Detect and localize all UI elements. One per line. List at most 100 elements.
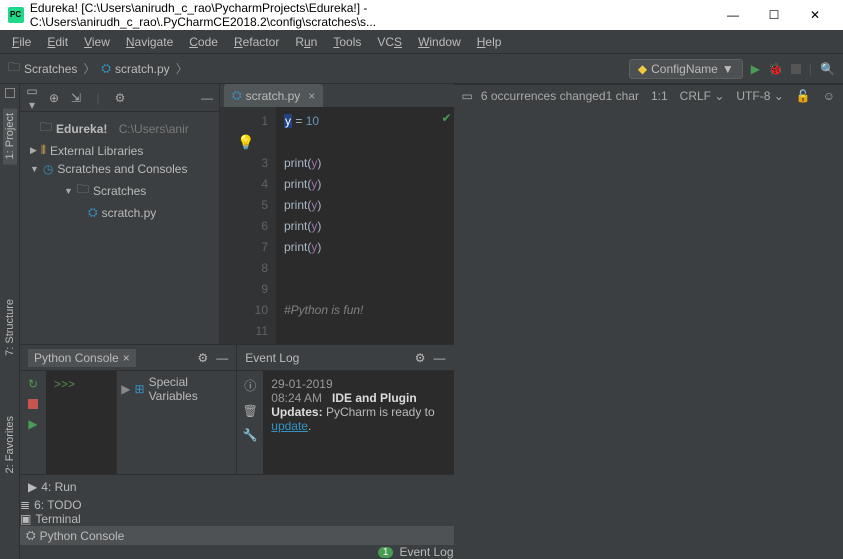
python-icon: ⛭ <box>88 205 98 220</box>
rerun-icon[interactable]: ↻ <box>28 377 38 391</box>
tool-tab-project[interactable]: 1: Project <box>3 108 17 164</box>
lightbulb-icon[interactable]: 💡 <box>224 132 268 153</box>
scratch-icon: ◷ <box>43 162 53 176</box>
debug-button[interactable]: 🐞 <box>768 62 783 76</box>
hide-icon[interactable]: — <box>216 351 228 365</box>
python-icon: ◆ <box>638 62 647 76</box>
bottom-tab-terminal[interactable]: ▣Terminal <box>20 512 454 526</box>
menu-file[interactable]: File <box>4 31 39 53</box>
status-encoding[interactable]: UTF-8 ⌄ <box>736 89 783 103</box>
menu-refactor[interactable]: Refactor <box>226 31 287 53</box>
event-count-badge: 1 <box>378 547 394 558</box>
tab-label: scratch.py <box>246 89 301 103</box>
tool-tab-favorites[interactable]: 2: Favorites <box>3 411 17 478</box>
menu-help[interactable]: Help <box>469 31 510 53</box>
tree-file-scratch[interactable]: ⛭scratch.py <box>20 203 219 222</box>
bottom-tab-console[interactable]: ⛭Python Console <box>20 526 454 545</box>
gear-icon[interactable]: ⚙ <box>112 91 128 105</box>
bottom-tab-eventlog[interactable]: Event Log <box>399 545 453 559</box>
target-icon[interactable]: ⊕ <box>46 91 62 105</box>
chevron-down-icon: ▼ <box>722 62 734 76</box>
chevron-right-icon: 〉 <box>176 60 188 77</box>
project-dropdown-icon[interactable]: ▭ ▾ <box>24 84 40 112</box>
search-icon[interactable]: 🔍 <box>820 62 835 76</box>
minimize-button[interactable]: — <box>713 1 753 29</box>
status-line-sep[interactable]: CRLF ⌄ <box>680 89 725 103</box>
titlebar: Edureka! [C:\Users\anirudh_c_rao\Pycharm… <box>0 0 843 30</box>
event-msg-body: PyCharm is ready to <box>326 405 435 419</box>
run-config-selector[interactable]: ◆ ConfigName ▼ <box>629 59 743 79</box>
event-log-panel: Event Log ⚙— ⓘ 🗑 🔧 29-01-2019 08:24 AM I… <box>237 345 453 474</box>
hide-icon[interactable]: — <box>434 351 446 365</box>
breadcrumb: 🗀Scratches 〉 ⛭scratch.py 〉 <box>8 58 188 79</box>
python-icon: ⛭ <box>101 61 111 76</box>
event-update-link[interactable]: update <box>271 419 308 433</box>
breadcrumb-scratches[interactable]: 🗀Scratches <box>8 58 77 79</box>
status-position[interactable]: 1:1 <box>651 89 668 103</box>
folder-icon: 🗀 <box>8 58 20 79</box>
menu-bar: File Edit View Navigate Code Refactor Ru… <box>0 30 843 54</box>
maximize-button[interactable]: ☐ <box>754 1 794 29</box>
info-icon[interactable]: ⓘ <box>244 377 256 394</box>
list-icon: ≣ <box>20 498 30 512</box>
collapse-icon[interactable]: ▼ <box>64 186 73 196</box>
separator: | <box>90 91 106 105</box>
python-console-panel: Python Console× ⚙ — ↻ ▶ >>> ▶⊞Special Var… <box>20 345 237 474</box>
wrench-icon[interactable]: 🔧 <box>243 428 258 442</box>
window-square-icon[interactable] <box>5 88 15 98</box>
expand-icon[interactable]: ▶ <box>30 145 37 156</box>
variables-panel: ▶⊞Special Variables <box>116 371 236 474</box>
prompt: >>> <box>54 377 75 391</box>
vars-label[interactable]: Special Variables <box>149 375 233 403</box>
bottom-tab-todo[interactable]: ≣6: TODO <box>20 498 454 512</box>
play-icon: ▶ <box>28 480 37 494</box>
left-tool-gutter: 1: Project 7: Structure 2: Favorites <box>0 84 20 559</box>
status-list-icon[interactable]: ▭ <box>462 89 473 103</box>
play-icon[interactable]: ▶ <box>121 382 130 396</box>
code-content[interactable]: y = 10 print(y) print(y) print(y) print(… <box>276 107 454 344</box>
console-tab[interactable]: Python Console× <box>28 349 136 367</box>
menu-vcs[interactable]: VCS <box>369 31 410 53</box>
menu-code[interactable]: Code <box>181 31 226 53</box>
tree-external-libs[interactable]: ▶⫴External Libraries <box>20 141 219 160</box>
bottom-tool-bar: ▶4: Run <box>20 474 454 498</box>
nav-bar: 🗀Scratches 〉 ⛭scratch.py 〉 ◆ ConfigName … <box>0 54 843 84</box>
stop-button[interactable] <box>791 64 801 74</box>
editor-tab-scratch[interactable]: ⛭ scratch.py × <box>224 84 323 107</box>
tree-scratches-folder[interactable]: ▼🗀Scratches <box>20 178 219 203</box>
tree-project-root[interactable]: 🗀Edureka! C:\Users\anir <box>20 116 219 141</box>
stop-icon[interactable] <box>28 399 38 409</box>
hide-icon[interactable]: — <box>199 91 215 105</box>
collapse-icon[interactable]: ⇲ <box>68 91 84 105</box>
gear-icon[interactable]: ⚙ <box>415 351 426 365</box>
tree-scratches-root[interactable]: ▼◷Scratches and Consoles <box>20 160 219 178</box>
menu-run[interactable]: Run <box>287 31 325 53</box>
status-bar: ▭ 6 occurrences changed 1 char 1:1 CRLF … <box>454 84 843 106</box>
menu-tools[interactable]: Tools <box>325 31 369 53</box>
close-button[interactable]: ✕ <box>795 1 835 29</box>
library-icon: ⫴ <box>41 143 46 158</box>
bottom-tab-run[interactable]: ▶4: Run <box>28 480 77 494</box>
menu-navigate[interactable]: Navigate <box>118 31 181 53</box>
console-output[interactable]: >>> <box>46 371 116 474</box>
menu-edit[interactable]: Edit <box>39 31 76 53</box>
status-message: 6 occurrences changed <box>481 89 606 103</box>
close-tab-icon[interactable]: × <box>308 89 315 103</box>
tool-tab-structure[interactable]: 7: Structure <box>3 294 17 361</box>
gear-icon[interactable]: ⚙ <box>198 351 209 365</box>
trash-icon[interactable]: 🗑 <box>243 404 258 418</box>
inspection-icon[interactable]: ☺ <box>823 89 835 103</box>
code-editor[interactable]: 1 💡 3 4 5 6 7 8 9 10 11 12 y = 10 <box>220 107 454 344</box>
line-gutter: 1 💡 3 4 5 6 7 8 9 10 11 12 <box>220 107 276 344</box>
run-button[interactable]: ▶ <box>751 62 760 76</box>
menu-window[interactable]: Window <box>410 31 469 53</box>
run-icon[interactable]: ▶ <box>28 417 37 431</box>
close-icon[interactable]: × <box>123 351 130 365</box>
breadcrumb-file[interactable]: ⛭scratch.py <box>101 61 169 76</box>
menu-view[interactable]: View <box>76 31 118 53</box>
readonly-icon[interactable]: 🔓 <box>796 89 811 103</box>
terminal-icon: ▣ <box>20 512 31 526</box>
folder-icon: 🗀 <box>77 180 89 201</box>
collapse-icon[interactable]: ▼ <box>30 164 39 174</box>
editor-tabs: ⛭ scratch.py × <box>220 84 454 107</box>
